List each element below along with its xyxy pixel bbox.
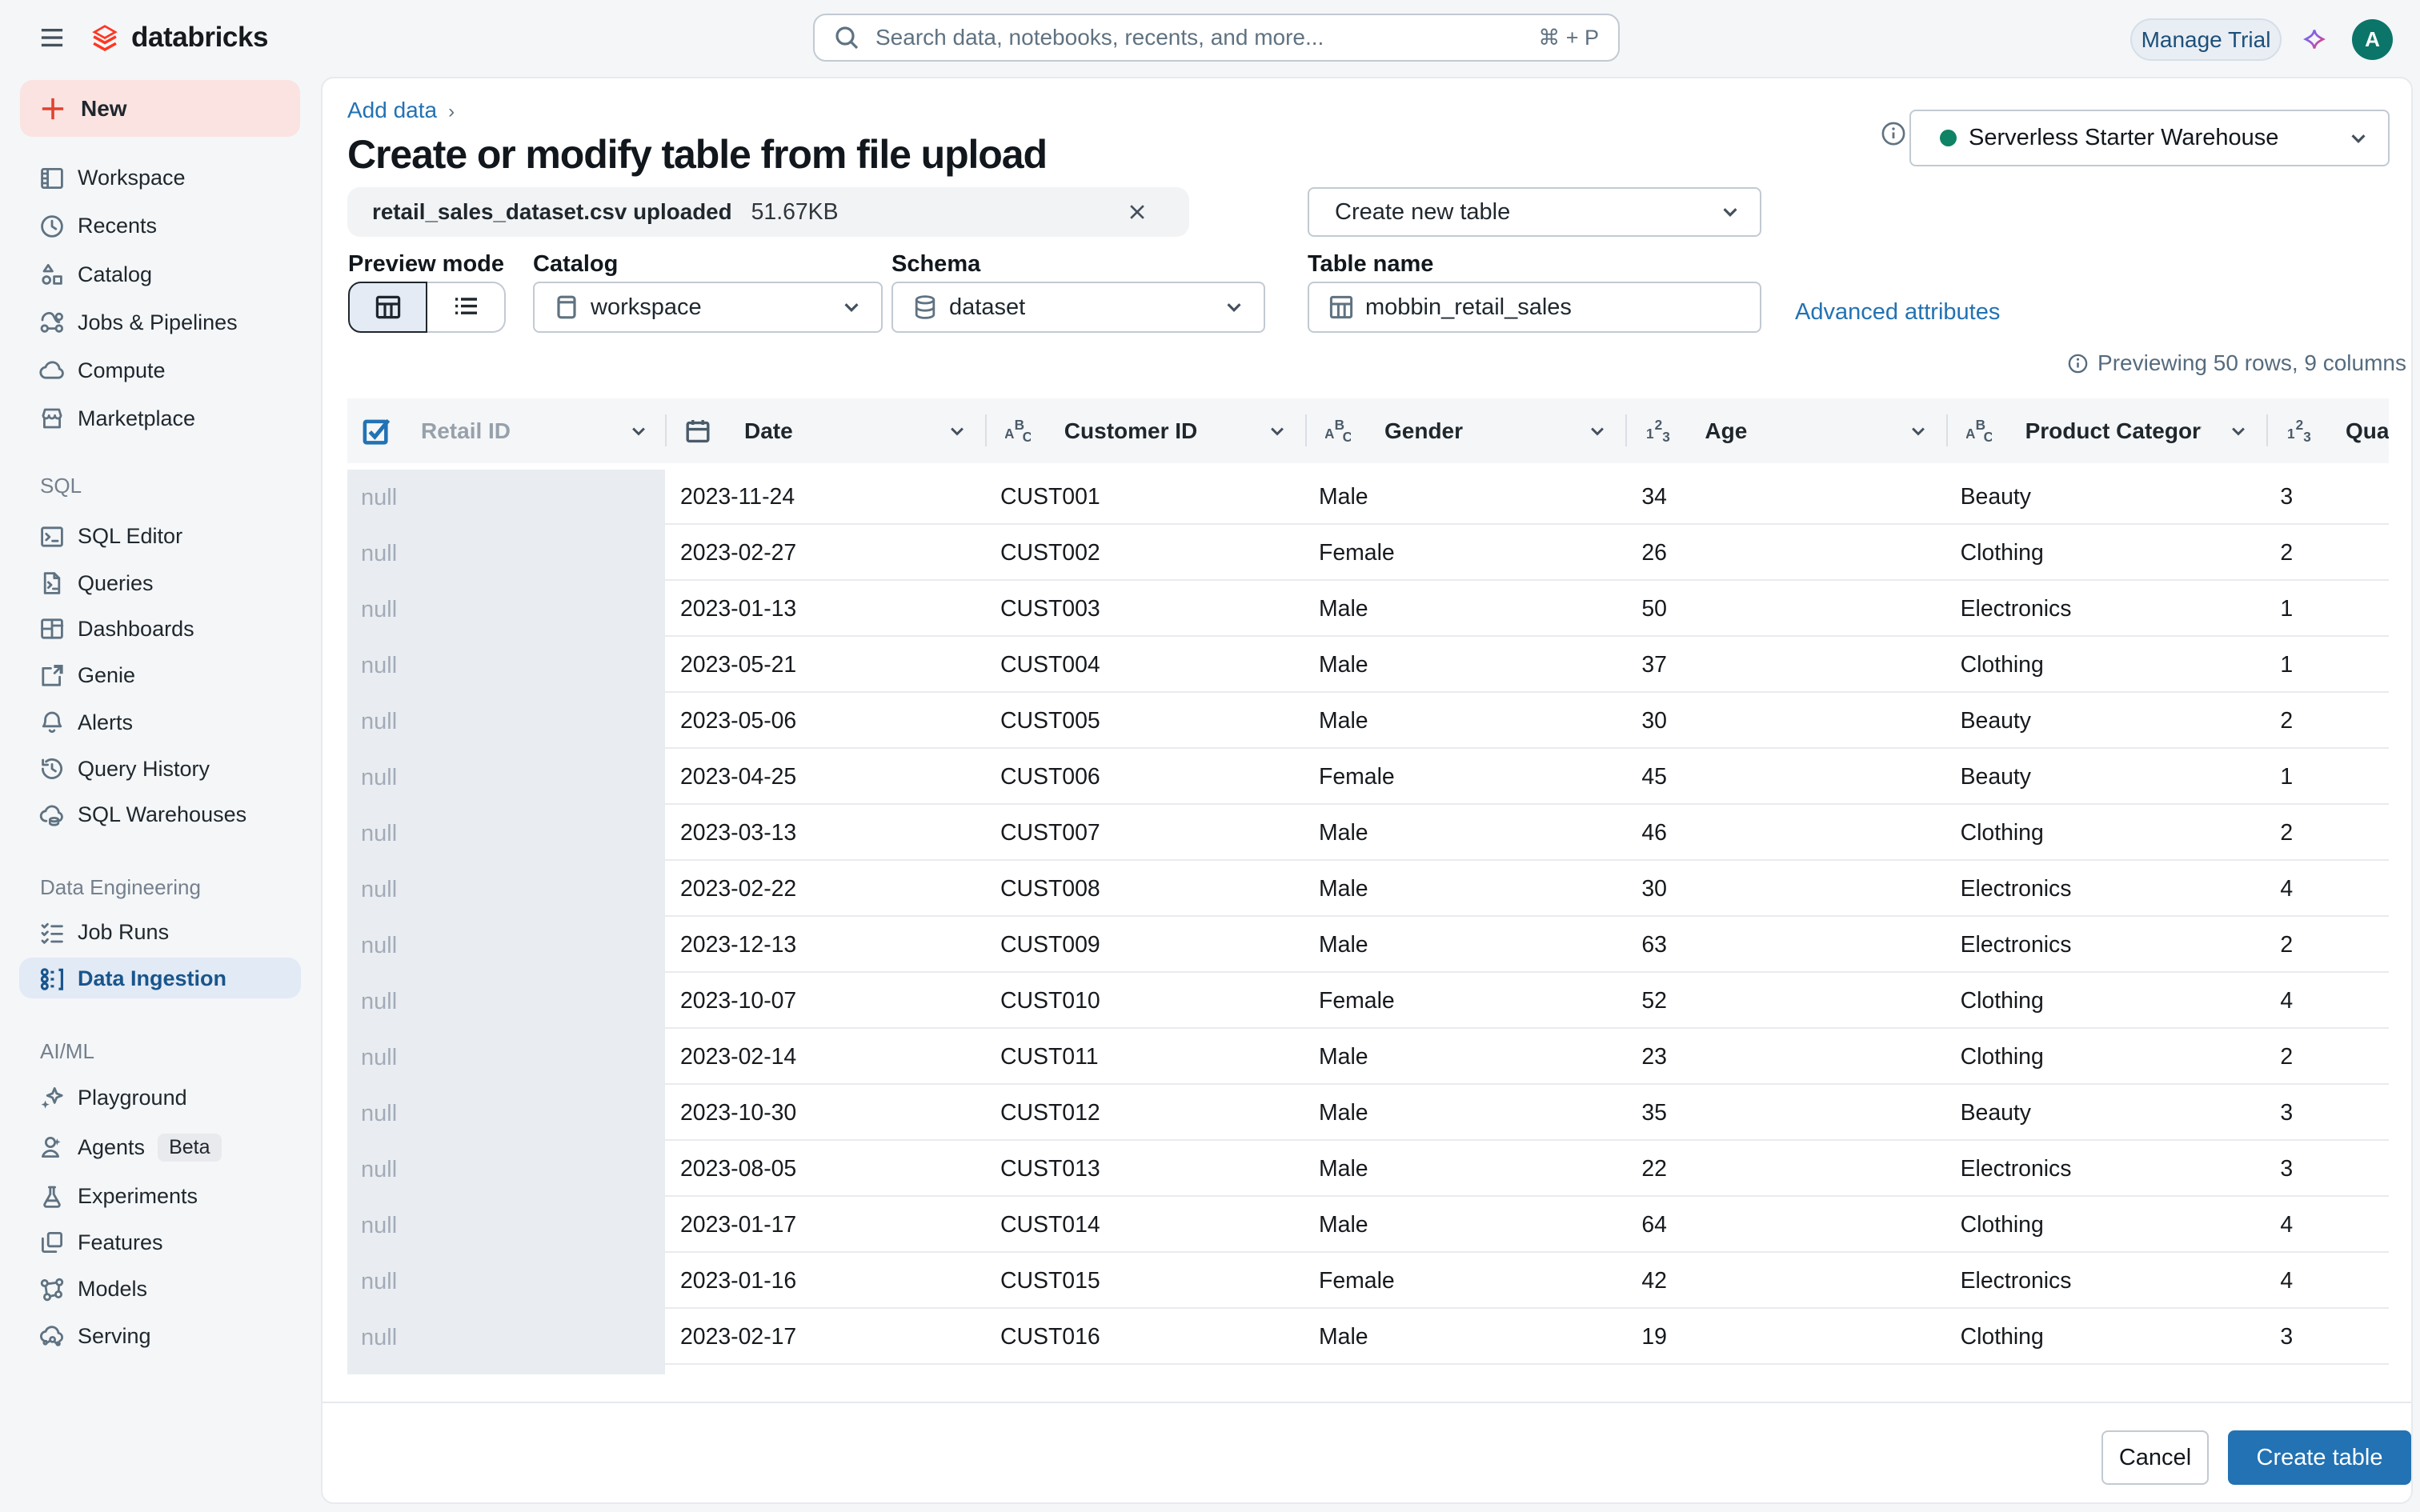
svg-text:C: C: [1022, 429, 1030, 444]
svg-text:1: 1: [1646, 426, 1654, 442]
svg-text:C: C: [1983, 429, 1991, 444]
svg-text:1: 1: [2287, 426, 2295, 442]
svg-text:2: 2: [1655, 418, 1663, 433]
svg-text:C: C: [1343, 429, 1351, 444]
svg-text:A: A: [1005, 426, 1014, 442]
svg-text:A: A: [1325, 426, 1334, 442]
svg-text:A: A: [1966, 426, 1975, 442]
svg-text:3: 3: [2303, 429, 2311, 444]
svg-text:2: 2: [2296, 418, 2304, 433]
svg-text:3: 3: [1663, 429, 1671, 444]
